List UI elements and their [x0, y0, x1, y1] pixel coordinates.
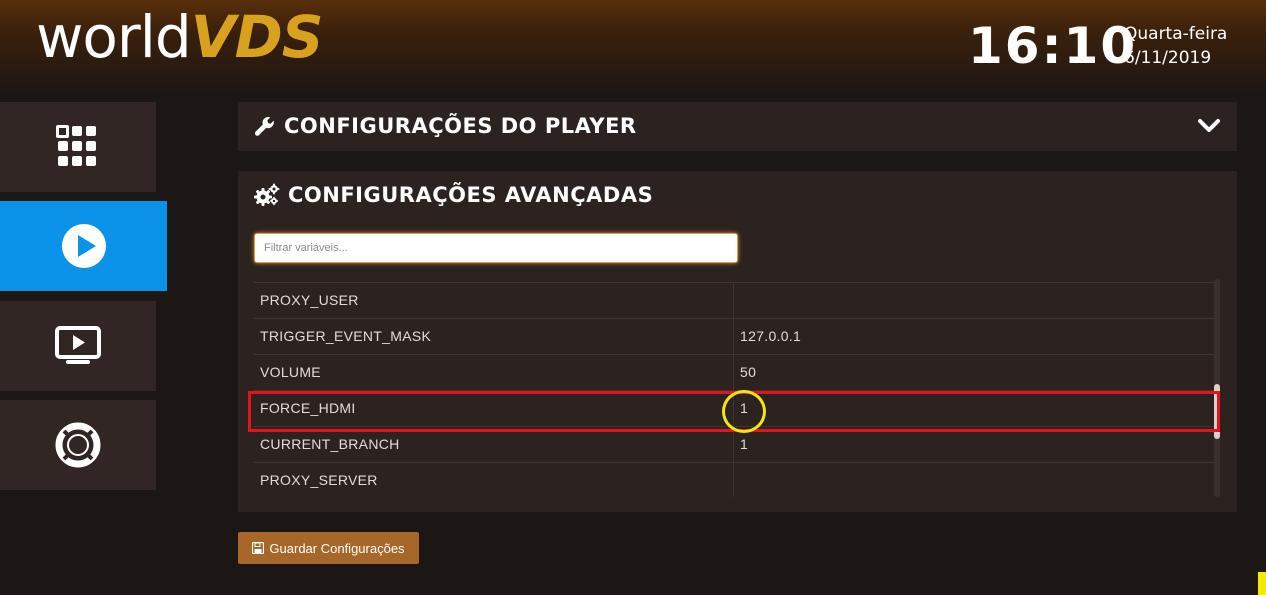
variable-key: CURRENT_BRANCH: [260, 436, 400, 452]
table-row[interactable]: FORCE_HDMI 1: [254, 390, 1216, 427]
table-row[interactable]: CURRENT_BRANCH 1: [254, 426, 1216, 463]
worldvds-logo: world VDS: [36, 3, 324, 71]
table-row[interactable]: TRIGGER_EVENT_MASK 127.0.0.1: [254, 318, 1216, 355]
player-settings-header[interactable]: CONFIGURAÇÕES DO PLAYER: [254, 114, 637, 138]
chevron-down-icon[interactable]: [1197, 116, 1221, 136]
variable-key: FORCE_HDMI: [260, 400, 356, 416]
clock-time: 16:10: [968, 17, 1138, 75]
wrench-icon: [254, 116, 274, 136]
logo-text-world: world: [36, 3, 192, 71]
player-settings-title: CONFIGURAÇÕES DO PLAYER: [284, 114, 637, 138]
advanced-settings-panel: CONFIGURAÇÕES AVANÇADAS PROXY_USER TRIGG…: [238, 171, 1237, 512]
date-label: 6/11/2019: [1124, 48, 1212, 68]
sidebar-item-apps[interactable]: [0, 102, 156, 192]
advanced-settings-title: CONFIGURAÇÕES AVANÇADAS: [288, 183, 654, 207]
lifebuoy-icon: [55, 422, 101, 468]
floppy-disk-icon: [252, 542, 265, 554]
variable-value[interactable]: 1: [740, 427, 1210, 462]
grid-icon: [56, 125, 96, 166]
advanced-settings-header[interactable]: CONFIGURAÇÕES AVANÇADAS: [254, 183, 653, 207]
variable-value[interactable]: 50: [740, 355, 1210, 390]
variables-table: PROXY_USER TRIGGER_EVENT_MASK 127.0.0.1 …: [254, 279, 1216, 497]
variable-key: TRIGGER_EVENT_MASK: [260, 328, 432, 344]
sidebar-item-display[interactable]: [0, 301, 156, 391]
play-circle-icon: [61, 224, 106, 268]
variable-key: VOLUME: [260, 364, 321, 380]
table-row[interactable]: PROXY_SERVER: [254, 462, 1216, 497]
variable-key: PROXY_SERVER: [260, 472, 378, 488]
save-settings-label: Guardar Configurações: [269, 540, 405, 556]
weekday-label: Quarta-feira: [1124, 24, 1228, 44]
variable-value[interactable]: [740, 283, 1210, 318]
variable-value[interactable]: [740, 463, 1210, 497]
scrollbar-thumb[interactable]: [1214, 384, 1220, 439]
monitor-play-icon: [55, 326, 101, 364]
filter-variables-input[interactable]: [254, 233, 738, 263]
logo-text-vds: VDS: [190, 3, 324, 71]
clock-date: Quarta-feira 6/11/2019: [1124, 22, 1227, 70]
variable-key: PROXY_USER: [260, 292, 359, 308]
table-row[interactable]: PROXY_USER: [254, 282, 1216, 319]
sidebar-item-support[interactable]: [0, 400, 156, 490]
variable-value[interactable]: 1: [740, 391, 1210, 426]
save-settings-button[interactable]: Guardar Configurações: [238, 532, 419, 564]
variable-value[interactable]: 127.0.0.1: [740, 319, 1210, 354]
table-row[interactable]: VOLUME 50: [254, 354, 1216, 391]
player-settings-panel[interactable]: CONFIGURAÇÕES DO PLAYER: [238, 102, 1237, 151]
sidebar-item-player[interactable]: [0, 201, 167, 291]
top-bar: world VDS 16:10 Quarta-feira 6/11/2019: [0, 0, 1266, 92]
table-scrollbar[interactable]: [1214, 279, 1220, 497]
corner-marker: [1258, 572, 1266, 595]
gears-icon: [254, 183, 280, 206]
